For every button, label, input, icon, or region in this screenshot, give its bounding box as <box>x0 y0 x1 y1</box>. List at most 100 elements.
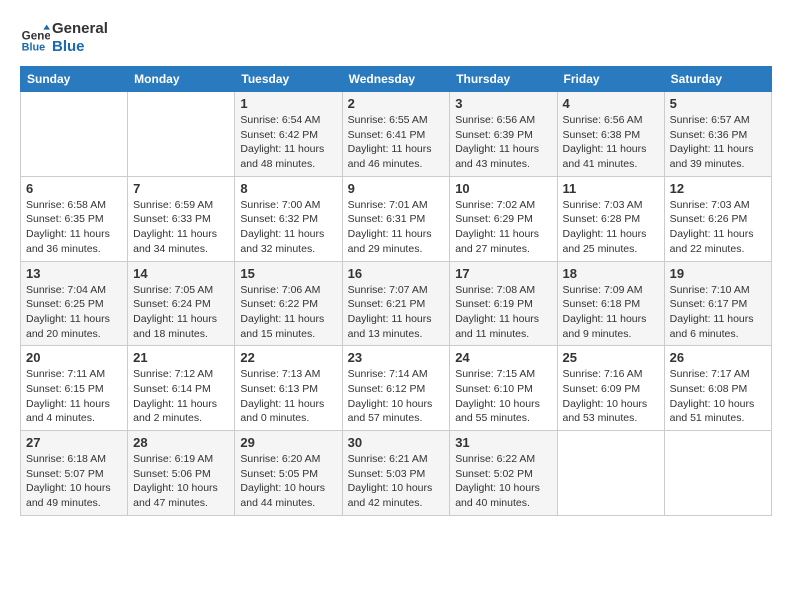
cell-info: Sunrise: 6:55 AM Sunset: 6:41 PM Dayligh… <box>348 113 445 172</box>
day-number: 30 <box>348 435 445 450</box>
day-number: 11 <box>563 181 659 196</box>
day-number: 24 <box>455 350 551 365</box>
cell-info: Sunrise: 7:15 AM Sunset: 6:10 PM Dayligh… <box>455 367 551 426</box>
cell-info: Sunrise: 7:11 AM Sunset: 6:15 PM Dayligh… <box>26 367 122 426</box>
calendar-cell: 19 Sunrise: 7:10 AM Sunset: 6:17 PM Dayli… <box>664 261 771 346</box>
calendar-cell: 25 Sunrise: 7:16 AM Sunset: 6:09 PM Dayli… <box>557 346 664 431</box>
calendar-cell: 21 Sunrise: 7:12 AM Sunset: 6:14 PM Dayli… <box>128 346 235 431</box>
column-header-thursday: Thursday <box>450 67 557 92</box>
day-number: 31 <box>455 435 551 450</box>
calendar-cell: 29 Sunrise: 6:20 AM Sunset: 5:05 PM Dayli… <box>235 431 342 516</box>
cell-info: Sunrise: 7:09 AM Sunset: 6:18 PM Dayligh… <box>563 283 659 342</box>
cell-info: Sunrise: 7:13 AM Sunset: 6:13 PM Dayligh… <box>240 367 336 426</box>
calendar-cell: 12 Sunrise: 7:03 AM Sunset: 6:26 PM Dayli… <box>664 176 771 261</box>
day-number: 12 <box>670 181 766 196</box>
calendar-cell: 2 Sunrise: 6:55 AM Sunset: 6:41 PM Daylig… <box>342 92 450 177</box>
calendar-week-3: 13Sunrise: 7:04 AM Sunset: 6:25 PM Dayli… <box>21 261 772 346</box>
svg-text:Blue: Blue <box>22 42 45 54</box>
calendar-cell: 9 Sunrise: 7:01 AM Sunset: 6:31 PM Daylig… <box>342 176 450 261</box>
calendar-cell <box>664 431 771 516</box>
logo-general: General <box>52 20 108 38</box>
cell-info: Sunrise: 6:59 AM Sunset: 6:33 PM Dayligh… <box>133 198 229 257</box>
calendar-cell: 18 Sunrise: 7:09 AM Sunset: 6:18 PM Dayli… <box>557 261 664 346</box>
calendar-cell: 30Sunrise: 6:21 AM Sunset: 5:03 PM Dayli… <box>342 431 450 516</box>
day-number: 5 <box>670 96 766 111</box>
day-number: 28 <box>133 435 229 450</box>
calendar-table: SundayMondayTuesdayWednesdayThursdayFrid… <box>20 66 772 516</box>
calendar-cell: 10Sunrise: 7:02 AM Sunset: 6:29 PM Dayli… <box>450 176 557 261</box>
day-number: 4 <box>563 96 659 111</box>
calendar-cell <box>21 92 128 177</box>
cell-info: Sunrise: 7:06 AM Sunset: 6:22 PM Dayligh… <box>240 283 336 342</box>
calendar-cell: 13Sunrise: 7:04 AM Sunset: 6:25 PM Dayli… <box>21 261 128 346</box>
day-number: 8 <box>240 181 336 196</box>
logo-icon: General Blue <box>20 23 50 53</box>
logo: General Blue General Blue <box>20 20 108 56</box>
calendar-cell: 3Sunrise: 6:56 AM Sunset: 6:39 PM Daylig… <box>450 92 557 177</box>
calendar-cell: 6 Sunrise: 6:58 AM Sunset: 6:35 PM Daylig… <box>21 176 128 261</box>
column-header-friday: Friday <box>557 67 664 92</box>
day-number: 7 <box>133 181 229 196</box>
day-number: 6 <box>26 181 122 196</box>
column-header-wednesday: Wednesday <box>342 67 450 92</box>
day-number: 25 <box>563 350 659 365</box>
calendar-cell: 7 Sunrise: 6:59 AM Sunset: 6:33 PM Daylig… <box>128 176 235 261</box>
day-number: 26 <box>670 350 766 365</box>
calendar-cell: 20 Sunrise: 7:11 AM Sunset: 6:15 PM Dayli… <box>21 346 128 431</box>
calendar-cell: 31 Sunrise: 6:22 AM Sunset: 5:02 PM Dayli… <box>450 431 557 516</box>
day-number: 22 <box>240 350 336 365</box>
calendar-cell: 17 Sunrise: 7:08 AM Sunset: 6:19 PM Dayli… <box>450 261 557 346</box>
calendar-cell: 4 Sunrise: 6:56 AM Sunset: 6:38 PM Daylig… <box>557 92 664 177</box>
cell-info: Sunrise: 6:56 AM Sunset: 6:39 PM Dayligh… <box>455 113 551 172</box>
cell-info: Sunrise: 7:16 AM Sunset: 6:09 PM Dayligh… <box>563 367 659 426</box>
calendar-cell: 23 Sunrise: 7:14 AM Sunset: 6:12 PM Dayli… <box>342 346 450 431</box>
calendar-cell: 11Sunrise: 7:03 AM Sunset: 6:28 PM Dayli… <box>557 176 664 261</box>
cell-info: Sunrise: 7:05 AM Sunset: 6:24 PM Dayligh… <box>133 283 229 342</box>
day-number: 9 <box>348 181 445 196</box>
day-number: 15 <box>240 266 336 281</box>
cell-info: Sunrise: 7:02 AM Sunset: 6:29 PM Dayligh… <box>455 198 551 257</box>
day-number: 27 <box>26 435 122 450</box>
day-number: 16 <box>348 266 445 281</box>
day-number: 2 <box>348 96 445 111</box>
column-header-saturday: Saturday <box>664 67 771 92</box>
day-number: 23 <box>348 350 445 365</box>
cell-info: Sunrise: 7:14 AM Sunset: 6:12 PM Dayligh… <box>348 367 445 426</box>
calendar-cell: 22 Sunrise: 7:13 AM Sunset: 6:13 PM Dayli… <box>235 346 342 431</box>
cell-info: Sunrise: 6:57 AM Sunset: 6:36 PM Dayligh… <box>670 113 766 172</box>
calendar-cell: 1 Sunrise: 6:54 AM Sunset: 6:42 PM Daylig… <box>235 92 342 177</box>
cell-info: Sunrise: 6:56 AM Sunset: 6:38 PM Dayligh… <box>563 113 659 172</box>
calendar-cell: 8 Sunrise: 7:00 AM Sunset: 6:32 PM Daylig… <box>235 176 342 261</box>
day-number: 21 <box>133 350 229 365</box>
logo-blue: Blue <box>52 38 108 56</box>
cell-info: Sunrise: 6:20 AM Sunset: 5:05 PM Dayligh… <box>240 452 336 511</box>
day-number: 19 <box>670 266 766 281</box>
cell-info: Sunrise: 7:17 AM Sunset: 6:08 PM Dayligh… <box>670 367 766 426</box>
calendar-week-2: 6 Sunrise: 6:58 AM Sunset: 6:35 PM Daylig… <box>21 176 772 261</box>
calendar-cell: 26 Sunrise: 7:17 AM Sunset: 6:08 PM Dayli… <box>664 346 771 431</box>
cell-info: Sunrise: 7:10 AM Sunset: 6:17 PM Dayligh… <box>670 283 766 342</box>
cell-info: Sunrise: 7:01 AM Sunset: 6:31 PM Dayligh… <box>348 198 445 257</box>
day-number: 17 <box>455 266 551 281</box>
day-number: 29 <box>240 435 336 450</box>
cell-info: Sunrise: 6:19 AM Sunset: 5:06 PM Dayligh… <box>133 452 229 511</box>
cell-info: Sunrise: 6:58 AM Sunset: 6:35 PM Dayligh… <box>26 198 122 257</box>
cell-info: Sunrise: 6:18 AM Sunset: 5:07 PM Dayligh… <box>26 452 122 511</box>
day-number: 18 <box>563 266 659 281</box>
cell-info: Sunrise: 7:08 AM Sunset: 6:19 PM Dayligh… <box>455 283 551 342</box>
page-header: General Blue General Blue <box>20 20 772 56</box>
calendar-week-5: 27 Sunrise: 6:18 AM Sunset: 5:07 PM Dayli… <box>21 431 772 516</box>
calendar-header-row: SundayMondayTuesdayWednesdayThursdayFrid… <box>21 67 772 92</box>
cell-info: Sunrise: 7:12 AM Sunset: 6:14 PM Dayligh… <box>133 367 229 426</box>
cell-info: Sunrise: 7:03 AM Sunset: 6:26 PM Dayligh… <box>670 198 766 257</box>
cell-info: Sunrise: 7:07 AM Sunset: 6:21 PM Dayligh… <box>348 283 445 342</box>
column-header-monday: Monday <box>128 67 235 92</box>
cell-info: Sunrise: 6:22 AM Sunset: 5:02 PM Dayligh… <box>455 452 551 511</box>
calendar-cell: 27 Sunrise: 6:18 AM Sunset: 5:07 PM Dayli… <box>21 431 128 516</box>
day-number: 1 <box>240 96 336 111</box>
cell-info: Sunrise: 7:00 AM Sunset: 6:32 PM Dayligh… <box>240 198 336 257</box>
calendar-cell: 28 Sunrise: 6:19 AM Sunset: 5:06 PM Dayli… <box>128 431 235 516</box>
day-number: 20 <box>26 350 122 365</box>
cell-info: Sunrise: 6:54 AM Sunset: 6:42 PM Dayligh… <box>240 113 336 172</box>
calendar-cell <box>557 431 664 516</box>
